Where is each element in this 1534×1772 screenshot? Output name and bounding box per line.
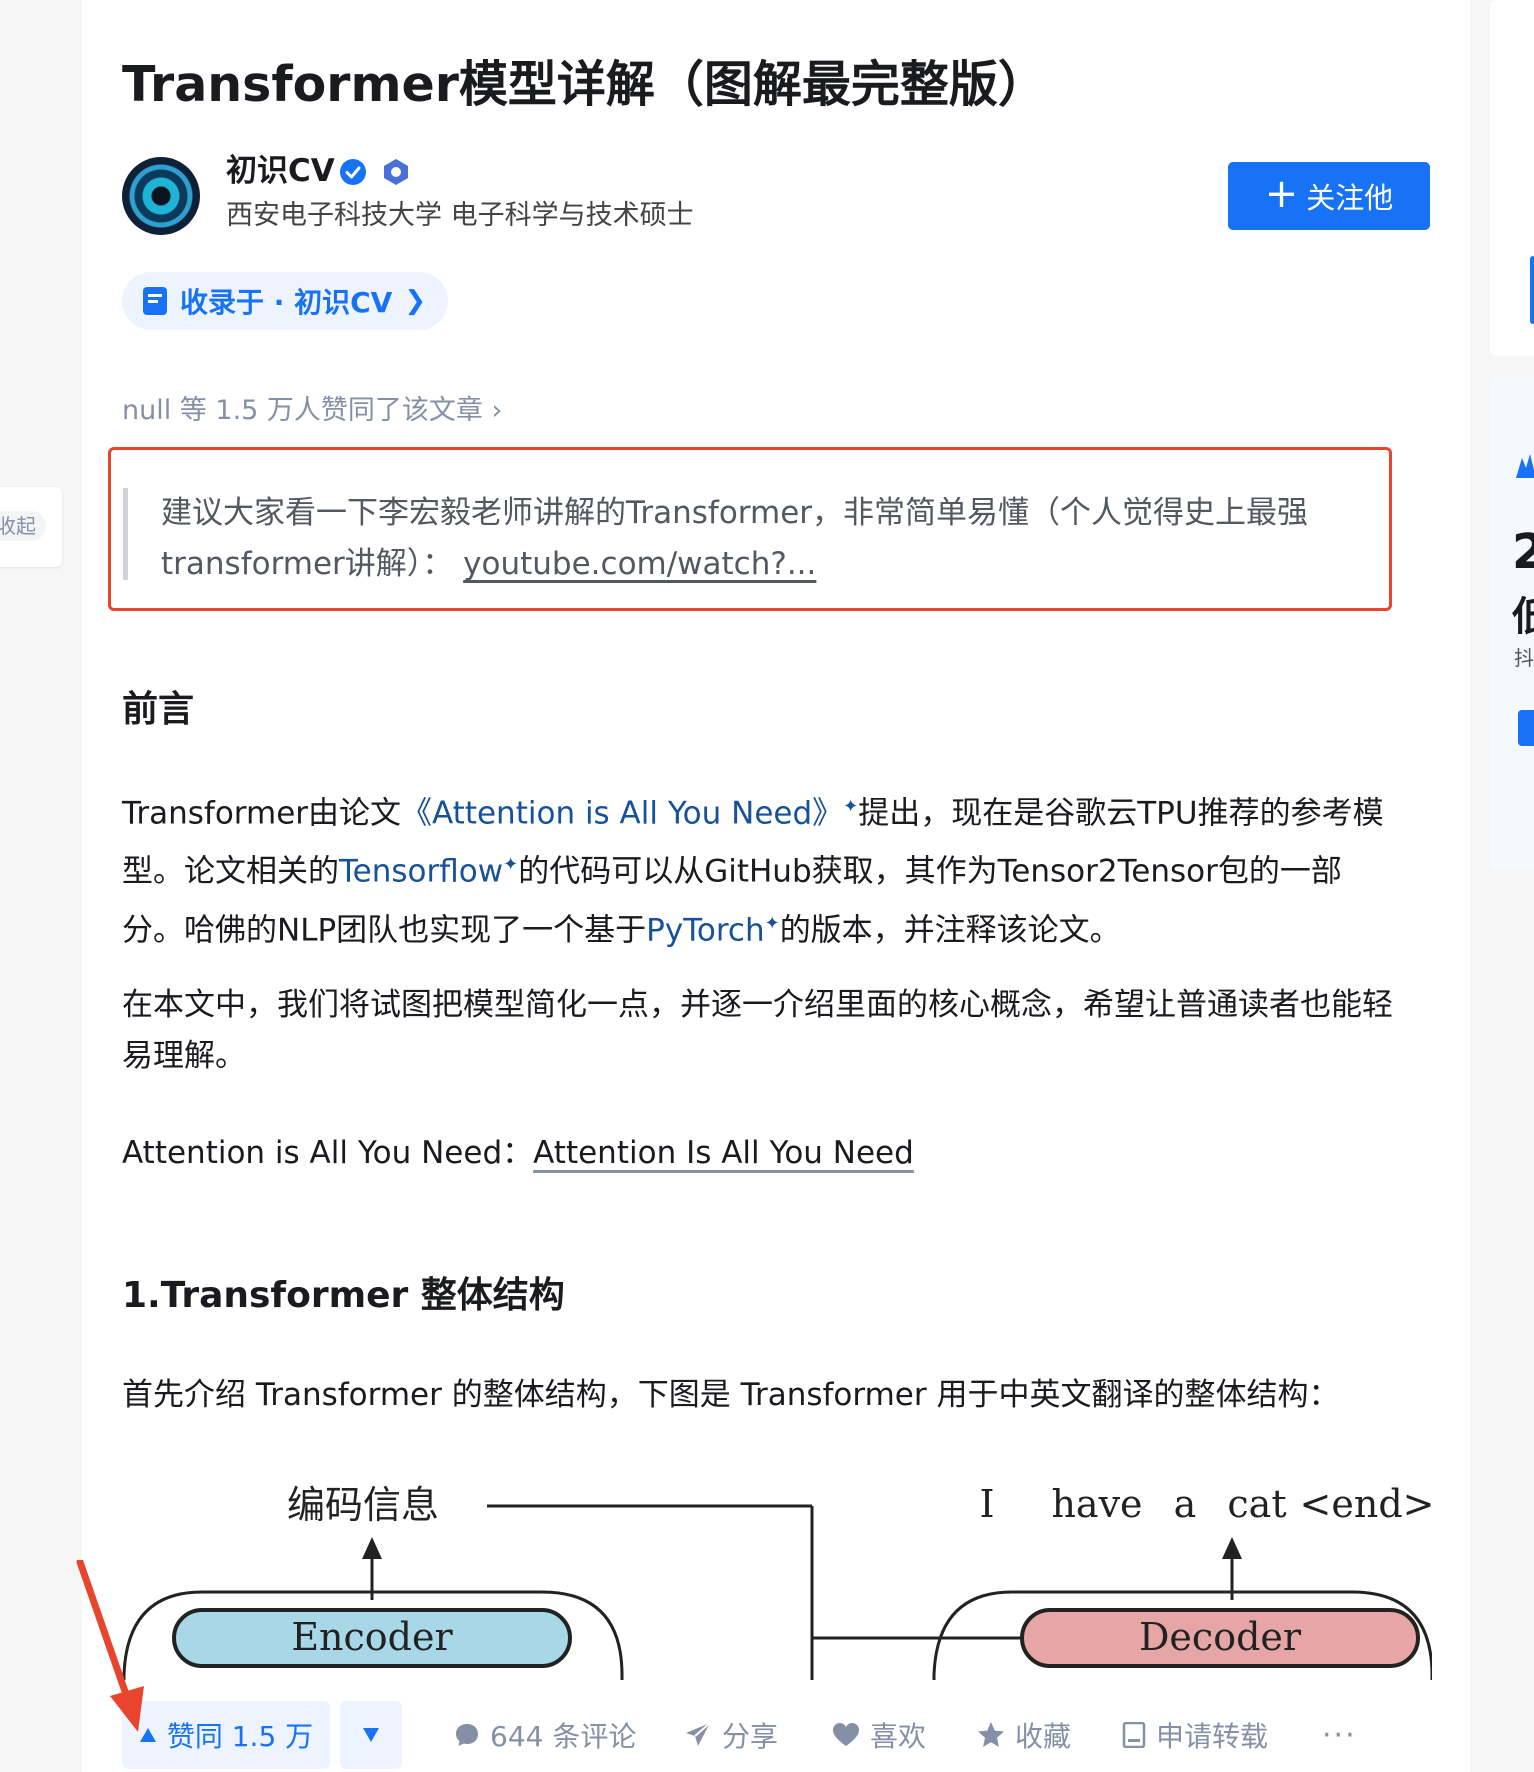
encoder-label: Encoder xyxy=(291,1615,453,1659)
vote-down-button[interactable] xyxy=(340,1701,402,1769)
favorite-label: 收藏 xyxy=(1015,1720,1072,1753)
share-button[interactable]: 分享 xyxy=(684,1701,778,1769)
favorite-button[interactable]: 收藏 xyxy=(977,1701,1071,1769)
annotation-arrow xyxy=(76,1560,144,1732)
left-float-panel: 收起 xyxy=(0,487,62,567)
like-button[interactable]: 喜欢 xyxy=(832,1701,926,1769)
collapse-toggle[interactable]: 收起 xyxy=(0,511,46,541)
likers-summary[interactable]: null 等 1.5 万人赞同了该文章 › xyxy=(122,392,502,430)
like-label: 喜欢 xyxy=(870,1720,927,1753)
ad-subheadline: 低 xyxy=(1512,594,1534,640)
comments-button[interactable]: 644 条评论 xyxy=(454,1701,636,1769)
paragraph-goal: 在本文中，我们将试图把模型简化一点，并逐一介绍里面的核心概念，希望让普通读者也能… xyxy=(122,987,1393,1074)
share-label: 分享 xyxy=(722,1720,779,1753)
plus-icon: + xyxy=(1264,171,1299,217)
star-icon xyxy=(978,1722,1004,1747)
share-icon xyxy=(686,1722,711,1746)
comment-icon xyxy=(456,1724,478,1746)
right-card-accent xyxy=(1530,256,1534,324)
triangle-down-icon xyxy=(363,1728,379,1742)
comments-label: 644 条评论 xyxy=(490,1720,637,1753)
follow-label: 关注他 xyxy=(1306,181,1394,215)
tensorflow-link[interactable]: Tensorflow xyxy=(339,854,503,890)
right-sidebar-card xyxy=(1490,0,1534,356)
vote-up-label: 赞同 1.5 万 xyxy=(166,1720,314,1753)
author-name[interactable]: 初识CV xyxy=(226,150,335,192)
paragraph-paper-ref: Attention is All You Need：Attention Is A… xyxy=(122,1128,1402,1179)
sparkle-icon: ✦ xyxy=(764,912,780,934)
right-ad-card[interactable]: 2 低 抖 xyxy=(1490,376,1534,870)
org-badge-icon xyxy=(382,158,410,186)
paper-ref-link[interactable]: Attention Is All You Need xyxy=(533,1135,914,1171)
transformer-diagram: 编码信息 Encoder I have a cat <end> Decoder xyxy=(122,1455,1432,1680)
token-end: <end> xyxy=(1300,1482,1432,1526)
quote-text: 建议大家看一下李宏毅老师讲解的Transformer，非常简单易懂（个人觉得史上… xyxy=(161,488,1361,590)
repost-button[interactable]: 申请转载 xyxy=(1122,1701,1268,1769)
chevron-right-icon: ❯ xyxy=(404,286,427,316)
token-have: have xyxy=(1051,1482,1142,1526)
collection-label: 收录于 · 初识CV xyxy=(180,286,393,319)
author-bio: 西安电子科技大学 电子科学与技术硕士 xyxy=(226,200,694,231)
token-i: I xyxy=(979,1482,994,1526)
token-cat: cat xyxy=(1227,1482,1286,1526)
article-title: Transformer模型详解（图解最完整版） xyxy=(122,56,1047,113)
paragraph-structure: 首先介绍 Transformer 的整体结构，下图是 Transformer 用… xyxy=(122,1377,1340,1413)
text: Transformer由论文 xyxy=(122,795,402,832)
article-card: Transformer模型详解（图解最完整版） 初识CV 西安电子科技大学 电子… xyxy=(82,0,1470,1772)
vote-up-button[interactable]: 赞同 1.5 万 xyxy=(122,1701,330,1769)
sparkle-icon: ✦ xyxy=(843,796,859,817)
token-a: a xyxy=(1174,1482,1197,1526)
highlighted-quote: 建议大家看一下李宏毅老师讲解的Transformer，非常简单易懂（个人觉得史上… xyxy=(108,447,1392,611)
section-heading: 1.Transformer 整体结构 xyxy=(122,1275,565,1316)
repost-label: 申请转载 xyxy=(1156,1720,1269,1753)
heart-icon xyxy=(833,1723,859,1746)
repost-icon xyxy=(1122,1722,1146,1748)
paragraph-intro: Transformer由论文《Attention is All You Need… xyxy=(122,781,1402,956)
quote-bar xyxy=(123,488,128,580)
preface-heading: 前言 xyxy=(122,689,195,730)
more-button[interactable]: ··· xyxy=(1322,1701,1357,1769)
action-bar: 赞同 1.5 万 644 条评论 分享 喜欢 收藏 申请转载 ··· xyxy=(82,1683,1470,1772)
verified-badge-icon xyxy=(339,158,367,186)
ad-caption: 抖 xyxy=(1514,646,1534,670)
follow-button[interactable]: + 关注他 xyxy=(1228,162,1430,230)
ad-headline: 2 xyxy=(1512,524,1534,580)
mountain-logo-icon xyxy=(1516,454,1534,478)
collection-chip[interactable]: 收录于 · 初识CV ❯ xyxy=(122,272,448,330)
encoded-info-label: 编码信息 xyxy=(287,1483,439,1527)
paper-ref-label: Attention is All You Need： xyxy=(122,1135,534,1171)
sparkle-icon: ✦ xyxy=(503,854,519,876)
text: 的版本，并注释该论文。 xyxy=(779,911,1121,948)
bookmark-icon xyxy=(143,287,167,315)
author-avatar[interactable] xyxy=(122,157,200,235)
decoder-label: Decoder xyxy=(1139,1615,1302,1659)
quote-link[interactable]: youtube.com/watch?... xyxy=(463,546,816,582)
pytorch-link[interactable]: PyTorch xyxy=(646,912,764,948)
ad-button[interactable] xyxy=(1518,710,1534,746)
paper-link[interactable]: 《Attention is All You Need》 xyxy=(401,795,843,831)
